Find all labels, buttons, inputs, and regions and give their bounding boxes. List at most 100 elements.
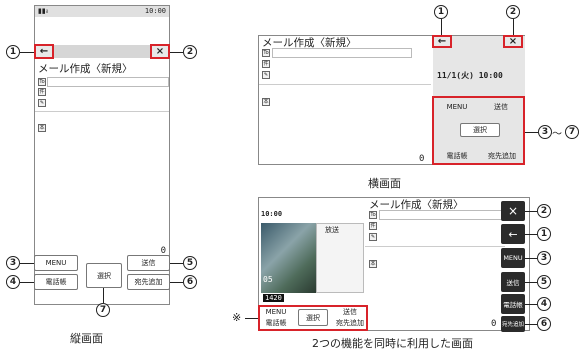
attach-icon: ✎	[369, 233, 377, 241]
tv-picture: 05	[261, 223, 316, 293]
callout-6: 6	[537, 317, 551, 331]
leader-line	[170, 263, 183, 264]
callout-2: 2	[183, 45, 197, 59]
tv-label: 放送	[325, 226, 339, 234]
leader-line	[525, 282, 537, 283]
divider	[259, 84, 431, 85]
leader-line	[20, 263, 34, 264]
leader-line	[525, 211, 537, 212]
leader-line	[245, 318, 258, 319]
select-button[interactable]: 選択	[460, 123, 500, 137]
callout-1: 1	[6, 45, 20, 59]
phonebook-button[interactable]: 電話帳	[262, 318, 290, 328]
callout-4: 4	[537, 297, 551, 311]
phonebook-button[interactable]: 電話帳	[437, 150, 477, 162]
side-add-destination-button[interactable]: 宛先追加	[501, 316, 525, 332]
status-time: 10:00	[261, 210, 283, 218]
phonebook-button[interactable]: 電話帳	[34, 274, 78, 290]
callout-3: 3	[537, 251, 551, 265]
body-icon: 本	[262, 98, 270, 106]
leader-line	[170, 52, 183, 53]
multi-caption: 2つの機能を同時に利用した画面	[312, 337, 473, 350]
to-field[interactable]	[272, 48, 412, 58]
status-bar: ▮▮ᵢₗ 10:00	[35, 6, 169, 17]
range-separator: ～	[552, 129, 562, 140]
send-button[interactable]: 送信	[127, 255, 170, 271]
subject-icon: 件	[38, 88, 46, 96]
back-arrow-icon: ←	[437, 36, 447, 47]
callout-4: 4	[6, 275, 20, 289]
attach-icon: ✎	[38, 99, 46, 107]
tv-bottom-readout: 1420	[263, 294, 284, 302]
to-icon: To	[38, 78, 46, 86]
attach-icon: ✎	[262, 71, 270, 79]
body-icon: 本	[369, 260, 377, 268]
subject-icon: 件	[262, 60, 270, 68]
to-icon: To	[262, 49, 270, 57]
callout-3: 3	[6, 256, 20, 270]
callout-5: 5	[183, 256, 197, 270]
leader-line	[525, 234, 537, 235]
side-phonebook-button[interactable]: 電話帳	[501, 294, 525, 314]
callout-1: 1	[537, 227, 551, 241]
back-button[interactable]: ←	[34, 44, 54, 59]
leader-line	[170, 282, 183, 283]
leader-line	[513, 19, 514, 35]
page-title: メール作成〈新規〉	[38, 63, 133, 75]
char-count: 0	[491, 319, 497, 329]
callout-2: 2	[506, 5, 520, 19]
to-field[interactable]	[47, 77, 169, 87]
close-button[interactable]: ×	[150, 44, 170, 59]
landscape-caption: 横画面	[368, 177, 401, 190]
send-button[interactable]: 送信	[334, 307, 366, 317]
body-icon: 本	[38, 124, 46, 132]
callout-5: 5	[537, 275, 551, 289]
menu-button[interactable]: MENU	[262, 307, 290, 317]
select-button[interactable]: 選択	[298, 309, 328, 326]
leader-line	[525, 132, 538, 133]
add-destination-button[interactable]: 宛先追加	[481, 150, 523, 162]
leader-line	[20, 52, 34, 53]
tv-info-panel: 放送	[316, 223, 364, 293]
leader-line	[525, 258, 537, 259]
menu-button[interactable]: MENU	[437, 101, 477, 113]
portrait-caption: 縦画面	[70, 332, 103, 345]
close-button[interactable]: ×	[503, 35, 523, 48]
leader-line	[20, 282, 34, 283]
back-arrow-icon: ←	[39, 46, 49, 57]
signal-icon: ▮▮ᵢₗ	[38, 7, 49, 15]
close-icon: ×	[155, 46, 165, 57]
tv-channel: 05	[263, 275, 273, 284]
side-menu-button[interactable]: MENU	[501, 248, 525, 268]
select-button[interactable]: 選択	[86, 263, 122, 288]
add-destination-button[interactable]: 宛先追加	[127, 274, 170, 290]
send-button[interactable]: 送信	[481, 101, 521, 113]
back-button[interactable]: ←	[432, 35, 452, 48]
back-arrow-icon: ←	[508, 227, 518, 241]
close-button[interactable]: ×	[501, 201, 525, 221]
char-count: 0	[419, 154, 425, 164]
callout-2: 2	[537, 204, 551, 218]
menu-button[interactable]: MENU	[34, 255, 78, 271]
callout-7: 7	[96, 303, 110, 317]
divider	[365, 246, 505, 247]
to-field[interactable]	[379, 210, 504, 220]
callout-7: 7	[565, 125, 579, 139]
side-send-button[interactable]: 送信	[501, 272, 525, 292]
add-destination-button[interactable]: 宛先追加	[334, 318, 366, 328]
divider	[35, 111, 169, 112]
clock: 11/1(火) 10:00	[437, 71, 503, 80]
callout-1: 1	[434, 5, 448, 19]
back-button[interactable]: ←	[501, 224, 525, 244]
leader-line	[103, 288, 104, 303]
subject-icon: 件	[369, 222, 377, 230]
leader-line	[525, 324, 537, 325]
callout-6: 6	[183, 275, 197, 289]
close-icon: ×	[508, 36, 518, 47]
callout-3: 3	[538, 125, 552, 139]
toolbar	[35, 45, 169, 58]
close-icon: ×	[507, 204, 519, 218]
note-mark: ※	[232, 311, 242, 324]
to-icon: To	[369, 211, 377, 219]
leader-line	[525, 304, 537, 305]
